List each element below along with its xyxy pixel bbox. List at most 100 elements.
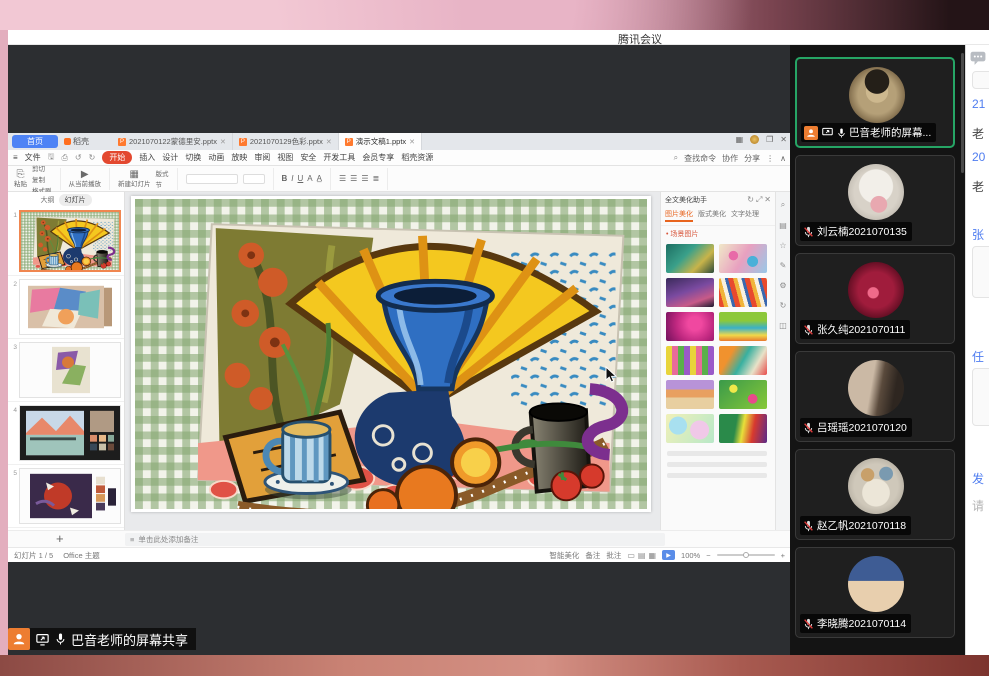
cut-button[interactable]: 剪切 bbox=[32, 163, 52, 173]
add-slide-button[interactable]: + bbox=[56, 531, 64, 546]
notes-input[interactable]: ≡ 单击此处添加备注 bbox=[125, 533, 665, 546]
participant-tile[interactable]: 吕瑶瑶2021070120 bbox=[795, 351, 955, 442]
align-left-button[interactable]: ☰ bbox=[339, 174, 346, 183]
menu-design[interactable]: 设计 bbox=[162, 152, 178, 163]
mini-panel-icon[interactable]: ▤ bbox=[779, 221, 787, 230]
bullets-button[interactable]: ≣ bbox=[373, 174, 380, 183]
italic-button[interactable]: I bbox=[291, 174, 293, 183]
mini-star-icon[interactable]: ☆ bbox=[779, 241, 786, 250]
scene-images-link[interactable]: • 场景图片 bbox=[661, 226, 775, 242]
font-color-button[interactable]: A bbox=[307, 174, 312, 183]
print-icon[interactable]: ⎙ bbox=[62, 153, 68, 163]
mini-history-icon[interactable]: ↻ bbox=[780, 301, 787, 310]
normal-view-icon[interactable]: ▭ bbox=[627, 551, 635, 560]
panel-tab-text[interactable]: 文字处理 bbox=[731, 209, 759, 222]
menu-view[interactable]: 视图 bbox=[277, 152, 293, 163]
hamburger-icon[interactable]: ≡ bbox=[13, 153, 18, 162]
slide-thumbnail-5[interactable] bbox=[19, 468, 121, 524]
mini-search-icon[interactable]: ⌕ bbox=[781, 200, 785, 210]
collapse-ribbon-icon[interactable]: ∧ bbox=[780, 154, 786, 163]
close-tab-icon[interactable]: ✕ bbox=[220, 138, 226, 146]
menu-insert[interactable]: 插入 bbox=[139, 152, 155, 163]
align-center-button[interactable]: ☰ bbox=[350, 174, 357, 183]
menu-start[interactable]: 开始 bbox=[102, 151, 132, 164]
expand-icon[interactable]: ⤢ bbox=[756, 195, 762, 204]
gallery-thumb[interactable] bbox=[719, 244, 767, 273]
zoom-in-button[interactable]: + bbox=[781, 551, 785, 560]
gallery-thumb[interactable] bbox=[719, 380, 767, 409]
gallery-thumb[interactable] bbox=[666, 346, 714, 375]
sorter-view-icon[interactable]: ▤ bbox=[638, 551, 646, 560]
section-button[interactable]: 节 bbox=[156, 179, 169, 189]
slideshow-button[interactable]: ▶ bbox=[662, 550, 675, 560]
panel-tab-layout[interactable]: 版式美化 bbox=[698, 209, 726, 222]
gallery-thumb[interactable] bbox=[666, 414, 714, 443]
chat-send-label[interactable]: 发 bbox=[972, 470, 984, 487]
slides-tab[interactable]: 幻灯片 bbox=[59, 194, 92, 206]
menu-member[interactable]: 会员专享 bbox=[362, 152, 394, 163]
search-icon[interactable]: ⌕ bbox=[674, 153, 678, 163]
wps-doc-tab-1[interactable]: P 2021070122蒙德里安.pptx ✕ bbox=[112, 133, 233, 150]
play-from-current-button[interactable]: ▶ 从当前播放 bbox=[69, 169, 102, 189]
redo-icon[interactable]: ↻ bbox=[89, 153, 96, 162]
menu-transition[interactable]: 切换 bbox=[185, 152, 201, 163]
font-name-box[interactable] bbox=[186, 174, 238, 184]
char-spacing-button[interactable]: A̲ bbox=[317, 174, 322, 183]
slide-thumbnail-2[interactable] bbox=[19, 279, 121, 335]
wps-account-avatar[interactable] bbox=[750, 135, 759, 144]
reading-view-icon[interactable]: ▦ bbox=[648, 551, 656, 560]
slide-thumbnail-4[interactable] bbox=[19, 405, 121, 461]
participant-tile[interactable]: 张久纯2021070111 bbox=[795, 253, 955, 344]
panel-tab-image[interactable]: 图片美化 bbox=[665, 209, 693, 222]
copy-button[interactable]: 复制 bbox=[32, 174, 52, 184]
zoom-out-button[interactable]: − bbox=[706, 551, 710, 560]
zoom-slider[interactable] bbox=[717, 554, 775, 556]
gallery-thumb[interactable] bbox=[719, 312, 767, 341]
close-tab-icon[interactable]: ✕ bbox=[409, 138, 415, 146]
restore-window-icon[interactable]: ❐ bbox=[766, 135, 773, 144]
slide-thumbnail-3[interactable] bbox=[19, 342, 121, 398]
wps-doc-tab-2[interactable]: P 2021070129色彩.pptx ✕ bbox=[233, 133, 339, 150]
chat-input-placeholder[interactable]: 请 bbox=[972, 497, 984, 514]
gallery-thumb[interactable] bbox=[666, 244, 714, 273]
align-right-button[interactable]: ☰ bbox=[361, 174, 368, 183]
menu-devtools[interactable]: 开发工具 bbox=[323, 152, 355, 163]
paste-button[interactable]: ⎘ 粘贴 bbox=[14, 169, 27, 189]
font-size-box[interactable] bbox=[243, 174, 265, 184]
mini-settings-icon[interactable]: ⚙ bbox=[779, 281, 786, 290]
more-icon[interactable]: ⋮ bbox=[766, 154, 774, 163]
underline-button[interactable]: U bbox=[298, 174, 304, 183]
close-window-icon[interactable]: ✕ bbox=[780, 135, 787, 144]
wps-doc-tab-3[interactable]: P 演示文稿1.pptx ✕ bbox=[339, 133, 422, 150]
menu-review[interactable]: 审阅 bbox=[254, 152, 270, 163]
file-menu[interactable]: 文件 bbox=[25, 152, 41, 163]
bold-button[interactable]: B bbox=[282, 174, 288, 183]
participant-tile[interactable]: 李晓腾2021070114 bbox=[795, 547, 955, 638]
outline-tab[interactable]: 大纲 bbox=[41, 195, 55, 205]
gallery-thumb[interactable] bbox=[719, 414, 767, 443]
smart-beautify-button[interactable]: 智能美化 bbox=[549, 550, 579, 561]
close-tab-icon[interactable]: ✕ bbox=[326, 138, 332, 146]
gallery-thumb[interactable] bbox=[666, 278, 714, 307]
collab-button[interactable]: 协作 bbox=[722, 153, 738, 164]
gallery-thumb[interactable] bbox=[666, 380, 714, 409]
slide-thumbnail-1[interactable] bbox=[19, 210, 121, 272]
menu-security[interactable]: 安全 bbox=[300, 152, 316, 163]
mini-edit-icon[interactable]: ✎ bbox=[780, 261, 787, 270]
mini-window-icon[interactable]: ◫ bbox=[779, 321, 787, 330]
participants-scrollbar[interactable] bbox=[961, 53, 964, 173]
refresh-icon[interactable]: ↻ bbox=[747, 195, 754, 204]
menu-slideshow[interactable]: 放映 bbox=[231, 152, 247, 163]
gallery-thumb[interactable] bbox=[666, 312, 714, 341]
share-button[interactable]: 分享 bbox=[744, 153, 760, 164]
gallery-thumb[interactable] bbox=[719, 346, 767, 375]
zoom-level[interactable]: 100% bbox=[681, 551, 700, 560]
find-command[interactable]: 查找命令 bbox=[684, 153, 716, 164]
new-slide-button[interactable]: ▦ 新建幻灯片 bbox=[118, 169, 151, 189]
participant-tile[interactable]: 刘云楠2021070135 bbox=[795, 155, 955, 246]
slide-canvas[interactable] bbox=[131, 196, 651, 512]
menu-animation[interactable]: 动画 bbox=[208, 152, 224, 163]
chat-bubble-icon[interactable] bbox=[970, 51, 986, 65]
layout-button[interactable]: 版式 bbox=[156, 168, 169, 178]
undo-icon[interactable]: ↺ bbox=[75, 153, 82, 162]
